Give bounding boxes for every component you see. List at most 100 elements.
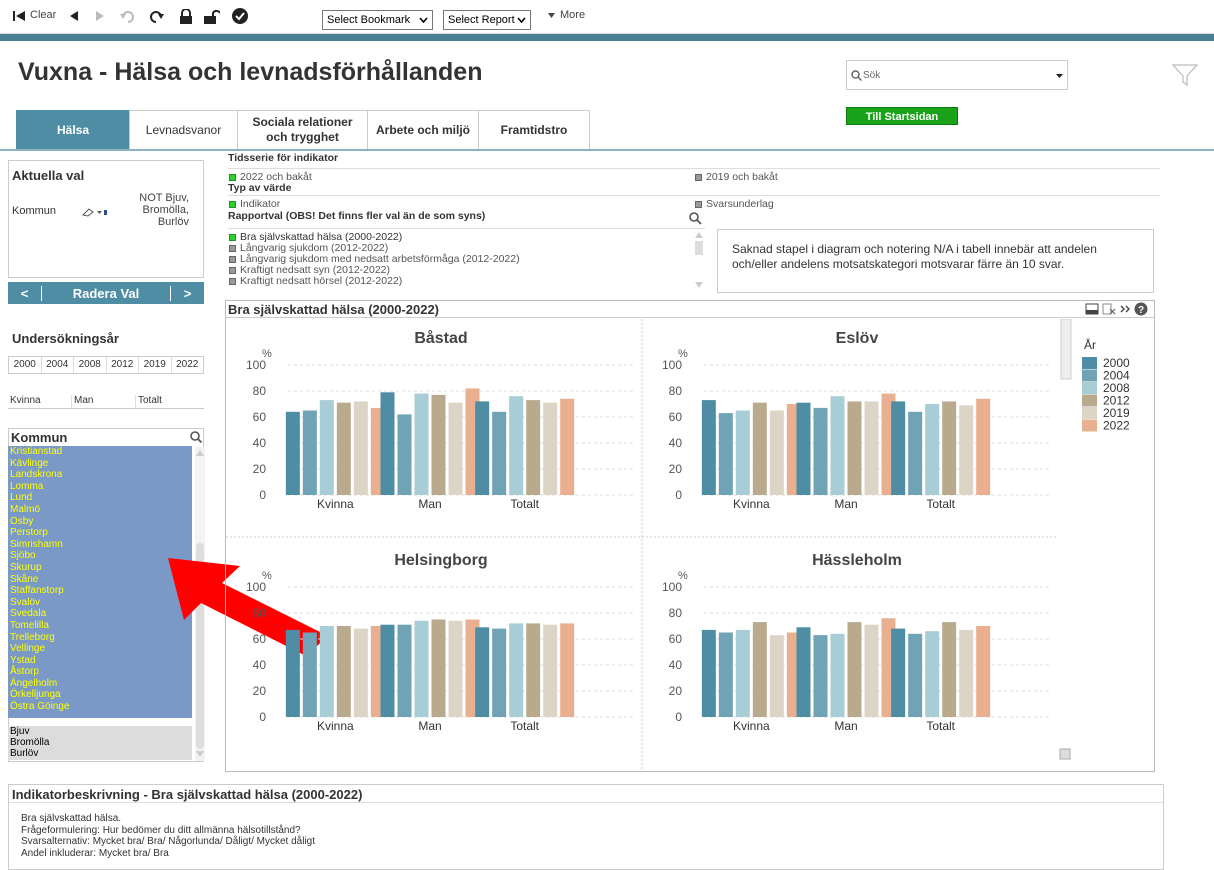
tab-sociala-relationer[interactable]: Sociala relationer och trygghet — [237, 110, 368, 150]
kommun-item-excluded[interactable]: Bromölla — [8, 737, 192, 748]
clear-selection-button[interactable]: Radera Val — [42, 286, 170, 301]
scroll-thumb[interactable] — [695, 241, 703, 255]
kommun-item[interactable]: Malmö — [8, 504, 192, 516]
gender-item[interactable]: Kvinna — [8, 395, 72, 408]
selection-value: NOT Bjuv, Bromölla, Burlöv — [139, 192, 189, 228]
tab-levnadsvanor[interactable]: Levnadsvanor — [129, 110, 238, 150]
tab-halsa[interactable]: Hälsa — [16, 110, 130, 150]
lock-icon[interactable] — [178, 8, 194, 24]
year-item[interactable]: 2012 — [107, 357, 139, 373]
export-icon[interactable] — [1085, 303, 1099, 315]
undo-icon[interactable] — [120, 8, 136, 24]
eraser-icon[interactable] — [81, 207, 107, 217]
next-selection-button[interactable]: > — [170, 285, 204, 301]
year-item[interactable]: 2019 — [139, 357, 172, 373]
search-icon — [851, 70, 862, 81]
kommun-item-excluded[interactable]: Burlöv — [8, 748, 192, 759]
bar — [735, 410, 750, 495]
type-option[interactable]: Indikator — [229, 198, 280, 210]
report-scrollbar[interactable] — [694, 231, 704, 289]
bar — [302, 632, 317, 717]
x-tick-label: Kvinna — [733, 497, 770, 511]
clear-button[interactable]: Clear — [30, 9, 56, 21]
bar — [526, 623, 541, 717]
description-panel: Indikatorbeskrivning - Bra självskattad … — [8, 784, 1164, 870]
kommun-item[interactable]: Ängelholm — [8, 678, 192, 690]
search-icon[interactable] — [689, 212, 702, 225]
bar — [864, 624, 879, 717]
bar — [302, 410, 317, 495]
prev-selection-button[interactable]: < — [8, 285, 42, 301]
kommun-item[interactable]: Åstorp — [8, 666, 192, 678]
bar — [813, 407, 828, 495]
scroll-down-icon[interactable] — [695, 282, 703, 288]
report-select[interactable]: Select Report — [443, 10, 531, 30]
kommun-item[interactable]: Kristianstad — [8, 446, 192, 458]
redo-icon[interactable] — [148, 8, 164, 24]
kommun-item[interactable]: Osby — [8, 516, 192, 528]
chart-panel-title: Helsingborg — [394, 552, 487, 569]
kommun-item[interactable]: Landskrona — [8, 469, 192, 481]
scroll-down-icon[interactable] — [196, 751, 204, 757]
filter-icon[interactable] — [1172, 64, 1198, 86]
start-page-button[interactable]: Till Startsidan — [846, 107, 958, 125]
clear-chart-icon[interactable] — [1102, 303, 1116, 315]
series-option[interactable]: 2019 och bakåt — [695, 171, 778, 183]
kommun-item[interactable]: Lomma — [8, 481, 192, 493]
kommun-item[interactable]: Östra Göinge — [8, 701, 192, 713]
legend-swatch — [1082, 382, 1097, 394]
type-option-label: Indikator — [240, 198, 281, 210]
clear-icon[interactable] — [12, 8, 28, 24]
bar — [319, 400, 334, 495]
y-tick-label: 20 — [253, 462, 267, 476]
type-option[interactable]: Svarsunderlag — [695, 198, 774, 210]
gender-item[interactable]: Totalt — [136, 395, 204, 408]
gender-item[interactable]: Man — [72, 395, 136, 408]
bar — [353, 628, 368, 717]
kommun-item[interactable]: Perstorp — [8, 527, 192, 539]
search-icon[interactable] — [190, 431, 202, 443]
kommun-item[interactable]: Örkelljunga — [8, 689, 192, 701]
legend-swatch — [1082, 357, 1097, 369]
more-button[interactable]: More — [548, 9, 585, 21]
x-tick-label: Man — [418, 497, 441, 511]
years-title: Undersökningsår — [12, 331, 119, 346]
tab-arbete-och-miljo[interactable]: Arbete och miljö — [367, 110, 479, 150]
kommun-item-excluded[interactable]: Bjuv — [8, 726, 192, 737]
x-tick-label: Kvinna — [733, 719, 770, 733]
search-box[interactable]: Sök — [846, 60, 1068, 90]
scroll-up-icon[interactable] — [695, 232, 703, 238]
help-icon[interactable]: ? — [1134, 302, 1148, 316]
option-indicator-icon — [229, 244, 236, 252]
scroll-up-icon[interactable] — [196, 450, 204, 456]
back-icon[interactable] — [66, 8, 82, 24]
kommun-item[interactable]: Simrishamn — [8, 539, 192, 551]
check-icon[interactable] — [232, 8, 248, 24]
report-option[interactable]: Kraftigt nedsatt hörsel (2012-2022) — [229, 275, 402, 287]
bar — [847, 401, 862, 495]
x-tick-label: Man — [834, 497, 857, 511]
year-item[interactable]: 2008 — [74, 357, 107, 373]
chart-header: Bra självskattad hälsa (2000-2022) ? — [226, 301, 1154, 318]
bar — [543, 402, 558, 495]
forward-icon[interactable] — [92, 8, 108, 24]
unlock-icon[interactable] — [204, 8, 220, 24]
current-selections-title: Aktuella val — [12, 168, 85, 183]
x-tick-label: Man — [834, 719, 857, 733]
bar — [942, 401, 957, 495]
kommun-item[interactable]: Lund — [8, 492, 192, 504]
bar — [942, 622, 957, 717]
series-option-label: 2019 och bakåt — [706, 171, 778, 183]
x-tick-label: Man — [418, 719, 441, 733]
tab-framtidstro[interactable]: Framtidstro — [478, 110, 590, 150]
bar — [492, 411, 507, 495]
y-tick-label: 80 — [253, 384, 267, 398]
kommun-item[interactable]: Kävlinge — [8, 458, 192, 470]
year-item[interactable]: 2004 — [42, 357, 74, 373]
double-chevron-icon[interactable] — [1120, 305, 1132, 313]
year-item[interactable]: 2022 — [172, 357, 204, 373]
y-tick-label: 60 — [669, 632, 683, 646]
year-item[interactable]: 2000 — [9, 357, 42, 373]
y-tick-label: 40 — [669, 658, 683, 672]
bookmark-select[interactable]: Select Bookmark — [322, 10, 433, 30]
